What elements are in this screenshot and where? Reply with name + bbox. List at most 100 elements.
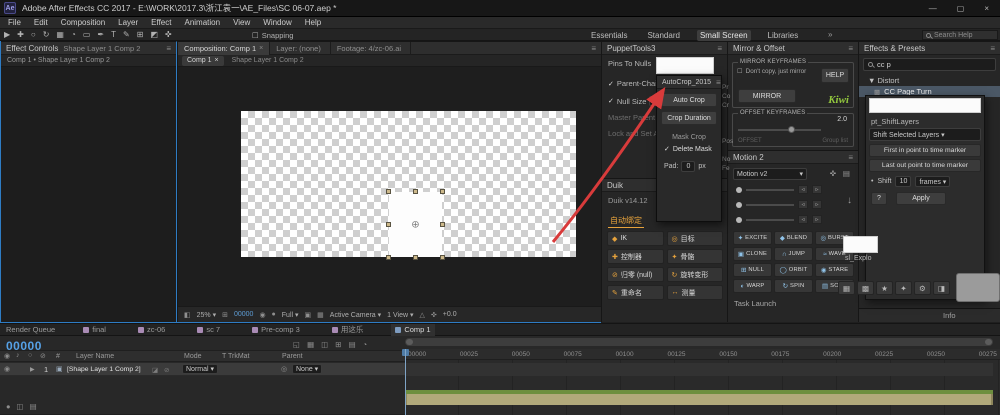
help-search-input[interactable]: Search Help [922,30,998,40]
transparency-grid-icon[interactable]: ▦ [317,311,324,319]
down-arrow-icon[interactable]: ↓ [847,195,852,206]
workspace-overflow[interactable]: » [828,29,832,41]
mirror-button[interactable]: MIRROR [738,89,796,103]
dont-copy-checkbox[interactable]: ☐ Don't copy, just mirror [737,68,815,75]
pt-help-button[interactable]: ? [871,192,887,205]
help-button[interactable]: HELP [821,68,849,83]
duik-tab-autorig[interactable]: 自动绑定 [608,215,644,228]
puppet-pin-tool-icon[interactable]: ✜ [165,29,172,41]
maximize-button[interactable]: ▢ [950,4,972,13]
layer-row[interactable]: ◉ ▶ 1 ▣ [Shape Layer 1 Comp 2] ◪ ⊘ Norma… [0,363,405,376]
tab-effect-controls[interactable]: Effect Controls [6,44,58,53]
panel-menu-icon[interactable]: ≡ [848,153,853,162]
tab-footage[interactable]: Footage: 4/zc-06.ai [331,41,412,55]
comp-tab-comp-1[interactable]: Comp 1 [391,323,435,336]
controller-button[interactable]: ✚ 控制器 [607,249,664,264]
panel-menu-icon[interactable]: ≡ [717,44,722,53]
jump-button[interactable]: ∩ JUMP [774,247,813,261]
settings-gear-icon[interactable]: ⚙ [914,281,931,295]
close-tab-icon[interactable]: × [215,57,219,64]
parent-pickwhip-icon[interactable]: ◎ [281,365,287,373]
tab-mirror-offset[interactable]: Mirror & Offset [733,44,785,53]
panel-menu-icon[interactable]: ≡ [990,44,995,53]
highlighted-input[interactable] [656,57,714,74]
selection-tool-icon[interactable]: ▶ [4,29,10,41]
comp-tab-final[interactable]: final [79,324,110,336]
expand-transfer-icon[interactable]: ● [6,402,11,411]
selection-handle[interactable] [386,255,391,260]
eraser-tool-icon[interactable]: ◩ [150,29,158,41]
bones-button[interactable]: ✦ 骨骼 [666,249,723,264]
goal-button[interactable]: ◎ 目标 [666,231,723,246]
pixel-aspect-icon[interactable]: △ [420,311,425,319]
selection-handle[interactable] [412,255,418,260]
autocrop-title[interactable]: AutoCrop_2015 [662,79,711,86]
last-out-point-button[interactable]: Last out point to time marker [869,159,981,172]
text-input[interactable] [869,98,981,113]
column-layer-name[interactable]: Layer Name [76,353,114,360]
brush-tool-icon[interactable]: ✎ [123,29,130,41]
zero-null-button[interactable]: ⊘ 归零 (null) [607,267,664,282]
pan-behind-tool-icon[interactable]: ◔ [71,29,76,41]
menu-item[interactable]: Layer [118,18,138,27]
layer-duration-bar[interactable] [405,394,993,405]
layer-expander[interactable]: ▶ [30,366,35,373]
shy-switch-icon[interactable]: ◪ [152,366,158,374]
pen-tool-icon[interactable]: ✒ [97,29,104,41]
frame-blend-icon[interactable]: ⊞ [335,340,341,349]
snapshot-icon[interactable]: ◉ [259,311,265,319]
blend-mode-select[interactable]: Normal ▾ [182,364,219,374]
unified-camera-tool-icon[interactable]: ▦ [56,29,64,41]
spin-button[interactable]: ↻ SPIN [774,279,813,293]
draft-3d-icon[interactable]: ▦ [307,340,314,349]
slider-track[interactable] [746,203,794,206]
selection-handle[interactable] [440,189,445,194]
selected-shape-layer[interactable]: ⊕ [386,189,445,260]
selection-handle[interactable] [440,221,445,227]
selection-handle[interactable] [412,189,418,194]
workspace-small-screen[interactable]: Small Screen [696,29,751,41]
shift-frames-value[interactable]: 10 [895,176,912,187]
preview-quality-icon[interactable]: ◧ [184,311,191,319]
list-icon[interactable]: ▤ [843,169,850,178]
column-trkmat[interactable]: T TrkMat [222,353,249,360]
view-layout-select[interactable]: 1 View ▾ [387,311,413,319]
close-button[interactable]: × [977,4,996,13]
type-tool-icon[interactable]: T [111,29,116,41]
snapping-toggle[interactable]: ☐ Snapping [252,29,293,41]
pad-value[interactable]: 0 [681,161,696,172]
subtab-comp-1[interactable]: Comp 1 × [182,55,224,66]
slider-track[interactable] [746,218,794,221]
pattern-icon[interactable]: ▩ [857,281,874,295]
shift-mode-select[interactable]: Shift Selected Layers ▾ [869,128,981,141]
subtab-shape-layer[interactable]: Shape Layer 1 Comp 2 [232,57,304,64]
slider-left-button[interactable]: ◃ [798,215,808,224]
hand-tool-icon[interactable]: ✚ [17,29,24,41]
task-launch-label[interactable]: Task Launch [734,299,776,308]
anchor-point-icon[interactable]: ⊕ [411,219,419,230]
layer-name[interactable]: [Shape Layer 1 Comp 2] [67,366,141,373]
menu-item[interactable]: Help [305,18,321,27]
motion-preset-select[interactable]: Motion v2 ▾ [733,168,807,180]
shape-tool-icon[interactable]: ▭ [83,29,91,41]
slider-right-button[interactable]: ▹ [812,215,822,224]
split-view-icon[interactable]: ◨ [933,281,950,295]
pointer-icon[interactable]: ✜ [830,169,836,178]
camera-select[interactable]: Active Camera ▾ [330,311,381,319]
effects-search-input[interactable]: cc p [863,58,996,71]
tab-puppettools3[interactable]: PuppetTools3 [607,44,655,53]
crop-duration-button[interactable]: Crop Duration [661,111,717,125]
time-navigator[interactable] [405,338,993,346]
menu-item[interactable]: Window [263,18,291,27]
navigator-end-handle[interactable] [985,339,992,345]
clone-stamp-tool-icon[interactable]: ⊞ [137,29,144,41]
master-parent-option[interactable]: Master Parent [608,113,655,122]
auto-crop-button[interactable]: Auto Crop [661,93,717,107]
comp-tab-pre-comp-3[interactable]: Pre-comp 3 [248,324,304,336]
tab-layer[interactable]: Layer: (none) [270,41,331,55]
offset-slider-handle[interactable] [787,126,795,133]
shift-unit-select[interactable]: frames ▾ [915,176,951,187]
panel-menu-icon[interactable]: ≡ [848,44,853,53]
panel-menu-icon[interactable]: ≡ [591,44,601,53]
choose-grid-guides-icon[interactable]: ⊞ [222,311,228,319]
